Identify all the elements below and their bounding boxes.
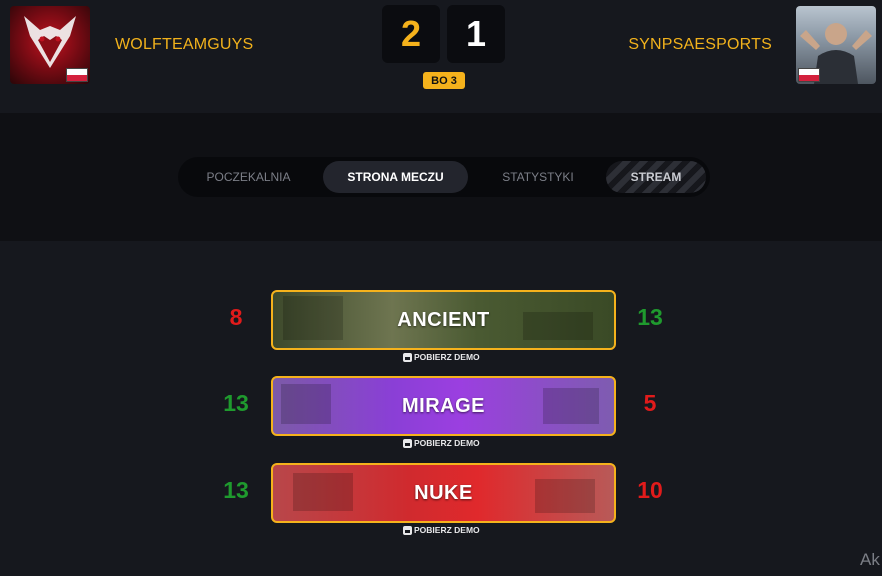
map-result-row: 8 ANCIENT 13 POBIERZ DEMO xyxy=(0,290,882,376)
poland-flag-icon xyxy=(66,68,88,82)
map-thumbnail xyxy=(523,312,593,340)
poland-flag-icon xyxy=(798,68,820,82)
download-demo-link[interactable]: POBIERZ DEMO xyxy=(403,437,480,449)
team-right-score: 1 xyxy=(447,5,505,63)
tab-stream[interactable]: STREAM xyxy=(606,161,706,193)
map-card-ancient[interactable]: ANCIENT xyxy=(271,290,616,350)
team-right-name[interactable]: SYNPSAESPORTS xyxy=(628,36,772,54)
map-score-left: 8 xyxy=(229,304,243,330)
map-card-mirage[interactable]: MIRAGE xyxy=(271,376,616,436)
map-score-right: 13 xyxy=(637,304,663,330)
map-thumbnail xyxy=(543,388,599,424)
map-name: NUKE xyxy=(414,481,473,504)
save-icon xyxy=(403,352,412,362)
tab-poczekalnia[interactable]: POCZEKALNIA xyxy=(186,161,311,193)
corner-text: Ak xyxy=(860,550,880,569)
map-thumbnail xyxy=(293,473,353,511)
save-icon xyxy=(403,438,412,448)
download-demo-label: POBIERZ DEMO xyxy=(414,352,480,362)
map-name: ANCIENT xyxy=(397,308,490,331)
match-format-badge: BO 3 xyxy=(423,72,465,89)
save-icon xyxy=(403,525,412,535)
map-score-left: 13 xyxy=(223,477,249,503)
download-demo-label: POBIERZ DEMO xyxy=(414,438,480,448)
match-tabs: POCZEKALNIA STRONA MECZU STATYSTYKI STRE… xyxy=(178,157,710,197)
team-left-name[interactable]: WOLFTEAMGUYS xyxy=(115,36,253,54)
map-thumbnail xyxy=(283,296,343,340)
match-header: WOLFTEAMGUYS 2 1 BO 3 SYNPSAESPORTS xyxy=(0,0,882,113)
download-demo-link[interactable]: POBIERZ DEMO xyxy=(403,351,480,363)
map-score-right: 5 xyxy=(643,390,657,416)
map-thumbnail xyxy=(281,384,331,424)
map-score-right: 10 xyxy=(637,477,663,503)
download-demo-label: POBIERZ DEMO xyxy=(414,525,480,535)
map-name: MIRAGE xyxy=(402,394,485,417)
tab-strona-meczu[interactable]: STRONA MECZU xyxy=(323,161,468,193)
map-result-row: 13 NUKE 10 POBIERZ DEMO xyxy=(0,463,882,549)
download-demo-link[interactable]: POBIERZ DEMO xyxy=(403,524,480,536)
team-left-logo[interactable] xyxy=(10,6,90,84)
map-score-left: 13 xyxy=(223,390,249,416)
tab-statystyki[interactable]: STATYSTYKI xyxy=(483,161,593,193)
team-right-logo[interactable] xyxy=(796,6,876,84)
map-result-row: 13 MIRAGE 5 POBIERZ DEMO xyxy=(0,376,882,462)
map-thumbnail xyxy=(535,479,595,513)
map-card-nuke[interactable]: NUKE xyxy=(271,463,616,523)
team-left-score: 2 xyxy=(382,5,440,63)
